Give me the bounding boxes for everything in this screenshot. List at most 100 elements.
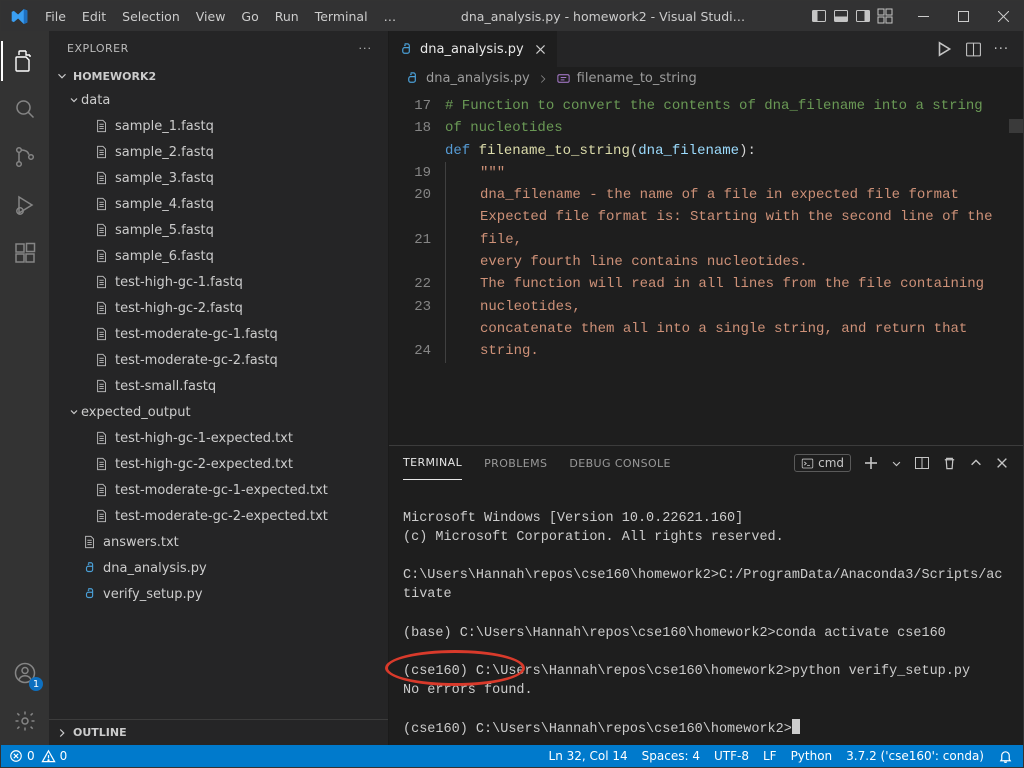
file-row[interactable]: sample_2.fastq: [49, 139, 388, 165]
window-maximize-button[interactable]: [943, 1, 983, 31]
file-icon: [93, 145, 111, 159]
menu-file[interactable]: File: [37, 1, 74, 31]
file-label: test-moderate-gc-1-expected.txt: [115, 483, 328, 498]
explorer-more-icon[interactable]: ···: [359, 42, 373, 55]
editor-tab-active[interactable]: dna_analysis.py: [389, 31, 558, 67]
status-errors[interactable]: 0: [9, 749, 35, 763]
menu-view[interactable]: View: [188, 1, 234, 31]
code-line: """: [480, 165, 505, 181]
terminal-profile-selector[interactable]: cmd: [794, 454, 851, 472]
explorer-root[interactable]: HOMEWORK2: [49, 65, 388, 87]
new-terminal-icon[interactable]: [863, 455, 879, 471]
split-terminal-icon[interactable]: [914, 455, 930, 471]
terminal-line: Microsoft Windows [Version 10.0.22621.16…: [403, 511, 743, 526]
status-warnings-count: 0: [60, 749, 68, 763]
panel-tab-debug-console[interactable]: DEBUG CONSOLE: [569, 446, 671, 480]
file-row[interactable]: test-moderate-gc-2-expected.txt: [49, 503, 388, 529]
toggle-sidebar-left-icon[interactable]: [811, 8, 827, 24]
file-row[interactable]: sample_1.fastq: [49, 113, 388, 139]
folder-expected-output[interactable]: expected_output: [49, 399, 388, 425]
menu-selection[interactable]: Selection: [114, 1, 188, 31]
code-content[interactable]: # Function to convert the contents of dn…: [445, 91, 1023, 445]
toggle-sidebar-right-icon[interactable]: [855, 8, 871, 24]
terminal[interactable]: Microsoft Windows [Version 10.0.22621.16…: [389, 480, 1023, 768]
menu-overflow[interactable]: …: [376, 1, 406, 31]
menu-run[interactable]: Run: [267, 1, 307, 31]
file-icon: [93, 119, 111, 133]
layout-controls: [801, 8, 903, 24]
file-label: sample_4.fastq: [115, 197, 214, 212]
root-label: HOMEWORK2: [73, 70, 156, 83]
folder-label: data: [81, 93, 110, 108]
panel-tab-problems[interactable]: PROBLEMS: [484, 446, 547, 480]
maximize-panel-icon[interactable]: [969, 456, 983, 470]
menu-bar: File Edit Selection View Go Run Terminal…: [37, 1, 405, 31]
folder-data[interactable]: data: [49, 87, 388, 113]
breadcrumb[interactable]: dna_analysis.py filename_to_string: [389, 67, 1023, 91]
chevron-right-icon: [55, 726, 69, 740]
file-icon: [93, 301, 111, 315]
code-line: concatenate them all into a single strin…: [480, 321, 976, 359]
activity-accounts[interactable]: 1: [1, 649, 49, 697]
editor-tabbar: dna_analysis.py ···: [389, 31, 1023, 67]
file-row[interactable]: test-high-gc-2.fastq: [49, 295, 388, 321]
file-icon: [93, 353, 111, 367]
activity-source-control[interactable]: [1, 133, 49, 181]
status-errors-count: 0: [27, 749, 35, 763]
window-minimize-button[interactable]: [903, 1, 943, 31]
file-row[interactable]: test-moderate-gc-1.fastq: [49, 321, 388, 347]
window-title: dna_analysis.py - homework2 - Visual Stu…: [405, 9, 801, 24]
chevron-down-icon: [67, 94, 81, 106]
editor-group: dna_analysis.py ··· dna_analysis.py file…: [389, 31, 1023, 745]
editor-more-icon[interactable]: ···: [994, 42, 1009, 57]
file-icon: [93, 457, 111, 471]
chevron-down-icon[interactable]: [891, 458, 902, 469]
file-icon: [93, 509, 111, 523]
line-number: 21: [389, 229, 431, 274]
code-editor[interactable]: 17 18 19 20 21 22 23 24 # Function to co…: [389, 91, 1023, 445]
close-icon[interactable]: [534, 43, 547, 56]
activity-run-debug[interactable]: [1, 181, 49, 229]
line-number: 18: [389, 117, 431, 162]
file-row[interactable]: sample_5.fastq: [49, 217, 388, 243]
menu-go[interactable]: Go: [233, 1, 266, 31]
customize-layout-icon[interactable]: [877, 8, 893, 24]
window-close-button[interactable]: [983, 1, 1023, 31]
panel-tab-terminal[interactable]: TERMINAL: [403, 446, 462, 480]
file-row[interactable]: test-high-gc-1.fastq: [49, 269, 388, 295]
close-panel-icon[interactable]: [995, 456, 1009, 470]
file-row[interactable]: test-small.fastq: [49, 373, 388, 399]
title-bar: File Edit Selection View Go Run Terminal…: [1, 1, 1023, 31]
file-row[interactable]: test-high-gc-1-expected.txt: [49, 425, 388, 451]
toggle-panel-icon[interactable]: [833, 8, 849, 24]
editor-scrollbar[interactable]: [1009, 91, 1023, 445]
outline-section[interactable]: OUTLINE: [49, 719, 388, 745]
split-editor-icon[interactable]: [965, 41, 982, 58]
file-icon: [93, 275, 111, 289]
explorer-sidebar: EXPLORER ··· HOMEWORK2 data sample_1.fas…: [49, 31, 389, 745]
file-icon: [93, 171, 111, 185]
file-row[interactable]: answers.txt: [49, 529, 388, 555]
file-row[interactable]: test-moderate-gc-2.fastq: [49, 347, 388, 373]
activity-search[interactable]: [1, 85, 49, 133]
activity-explorer[interactable]: [1, 37, 49, 85]
file-tree: data sample_1.fastq sample_2.fastq sampl…: [49, 87, 388, 719]
file-label: test-high-gc-1.fastq: [115, 275, 243, 290]
file-row[interactable]: sample_3.fastq: [49, 165, 388, 191]
file-row-python[interactable]: dna_analysis.py: [49, 555, 388, 581]
file-row[interactable]: sample_6.fastq: [49, 243, 388, 269]
status-warnings[interactable]: 0: [41, 749, 68, 764]
activity-settings[interactable]: [1, 697, 49, 745]
file-label: test-moderate-gc-2-expected.txt: [115, 509, 328, 524]
file-row[interactable]: test-moderate-gc-1-expected.txt: [49, 477, 388, 503]
activity-extensions[interactable]: [1, 229, 49, 277]
python-file-icon: [399, 42, 414, 57]
menu-edit[interactable]: Edit: [74, 1, 114, 31]
file-row[interactable]: sample_4.fastq: [49, 191, 388, 217]
file-label: verify_setup.py: [103, 587, 203, 602]
kill-terminal-icon[interactable]: [942, 456, 957, 471]
file-row-python[interactable]: verify_setup.py: [49, 581, 388, 607]
run-file-icon[interactable]: [935, 40, 953, 58]
menu-terminal[interactable]: Terminal: [307, 1, 376, 31]
file-row[interactable]: test-high-gc-2-expected.txt: [49, 451, 388, 477]
